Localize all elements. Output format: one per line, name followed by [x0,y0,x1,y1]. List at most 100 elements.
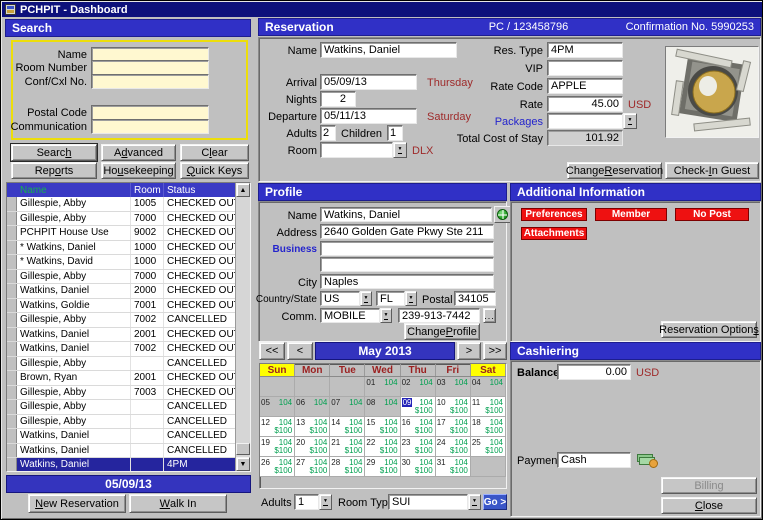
comm-more-icon[interactable]: ... [483,308,496,323]
row-selector[interactable] [7,313,17,327]
row-selector[interactable] [7,241,17,255]
table-row[interactable]: PCHPIT House Use9002CHECKED OUT [7,226,250,241]
table-row[interactable]: Gillespie, Abby1005CHECKED OUT [7,197,250,212]
calendar-day-02[interactable]: 02104 [401,377,436,397]
table-row[interactable]: Watkins, Daniel4PM [7,458,250,472]
calendar-day-11[interactable]: 11104$100 [471,397,506,417]
calendar-day-12[interactable]: 12104$100 [260,417,295,437]
table-row[interactable]: Watkins, Goldie7001CHECKED OUT [7,299,250,314]
table-row[interactable]: Watkins, Daniel2000CHECKED OUT [7,284,250,299]
state-dropdown-icon[interactable]: ▼ [405,291,417,306]
walk-in-button[interactable]: Walk In [129,494,227,513]
calendar-prev-year-button[interactable]: << [259,342,285,360]
row-selector[interactable] [7,429,17,443]
payment-field[interactable]: Cash [557,452,631,468]
calendar-day-28[interactable]: 28104$100 [330,457,365,477]
calendar-day-09[interactable]: 09104$100 [401,397,436,417]
calendar-prev-month-button[interactable]: < [287,342,313,360]
comm-type-field[interactable]: MOBILE [320,308,380,323]
table-row[interactable]: * Watkins, Daniel1000CHECKED OUT [7,241,250,256]
window-titlebar[interactable]: PCHPIT - Dashboard [2,2,762,17]
calendar-day-13[interactable]: 13104$100 [295,417,330,437]
calendar-day-29[interactable]: 29104$100 [365,457,400,477]
advanced-button[interactable]: Advanced [101,144,176,161]
res-name-field[interactable]: Watkins, Daniel [320,42,457,58]
calendar-day-16[interactable]: 16104$100 [401,417,436,437]
reservation-options-button[interactable]: Reservation Options [661,321,757,338]
calendar-next-year-button[interactable]: >> [483,342,507,360]
children-field[interactable]: 1 [387,125,403,141]
rate-field[interactable]: 45.00 [547,96,623,112]
results-scrollbar[interactable]: ▲ ▼ [235,183,250,471]
table-row[interactable]: Watkins, Daniel2001CHECKED OUT [7,328,250,343]
room-type-field[interactable]: SUI [388,494,468,510]
packages-label[interactable]: Packages [439,116,543,128]
clear-button[interactable]: Clear [180,144,249,161]
calendar-day-23[interactable]: 23104$100 [401,437,436,457]
room-type-dropdown-icon[interactable]: ▼ [468,494,481,510]
city-field[interactable]: Naples [320,274,494,289]
country-field[interactable]: US [320,291,360,306]
adults-field[interactable]: 2 [320,125,336,141]
search-button[interactable]: Search [11,144,97,161]
calendar-next-month-button[interactable]: > [457,342,481,360]
packages-field[interactable] [547,113,623,129]
row-selector[interactable] [7,415,17,429]
state-field[interactable]: FL [376,291,405,306]
calendar-day-17[interactable]: 17104$100 [436,417,471,437]
row-selector[interactable] [7,226,17,240]
scroll-down-icon[interactable]: ▼ [236,457,250,471]
calendar-day-31[interactable]: 31104$100 [436,457,471,477]
calendar-day-27[interactable]: 27104$100 [295,457,330,477]
departure-field[interactable]: 05/11/13 [320,108,417,124]
row-selector[interactable] [7,328,17,342]
change-profile-button[interactable]: Change Profile [404,323,480,340]
calendar-adults-dropdown-icon[interactable]: ▼ [319,494,332,510]
calendar-adults-field[interactable]: 1 [294,494,319,510]
column-header-status[interactable]: Status [164,183,236,197]
reports-button[interactable]: Reports [11,162,97,179]
row-selector[interactable] [7,400,17,414]
calendar-day-20[interactable]: 20104$100 [295,437,330,457]
row-selector[interactable] [7,255,17,269]
search-room-input[interactable] [91,60,209,75]
row-selector[interactable] [7,299,17,313]
phone-field[interactable]: 239-913-7442 [398,308,480,323]
billing-button[interactable]: Billing [661,477,757,494]
calendar-day-14[interactable]: 14104$100 [330,417,365,437]
go-button[interactable]: Go > [483,494,507,510]
calendar-day-24[interactable]: 24104$100 [436,437,471,457]
arrival-field[interactable]: 05/09/13 [320,74,417,90]
row-selector[interactable] [7,458,17,472]
table-row[interactable]: Gillespie, Abby7000CHECKED OUT [7,212,250,227]
business-label[interactable]: Business [259,244,317,255]
table-row[interactable]: Watkins, DanielCANCELLED [7,429,250,444]
calendar-day-10[interactable]: 10104$100 [436,397,471,417]
search-comm-input[interactable] [91,119,209,134]
calendar-day-01[interactable]: 01104 [365,377,400,397]
scrollbar-thumb[interactable] [236,443,250,455]
comm-dropdown-icon[interactable]: ▼ [380,308,392,323]
row-selector[interactable] [7,357,17,371]
quick-keys-button[interactable]: Quick Keys [180,162,249,179]
table-row[interactable]: Gillespie, Abby7000CHECKED OUT [7,270,250,285]
badge-preferences[interactable]: Preferences [521,208,587,221]
room-dropdown-icon[interactable]: ▼ [393,142,407,158]
calendar-day-04[interactable]: 04104 [471,377,506,397]
globe-icon[interactable] [494,206,511,223]
table-row[interactable]: Brown, Ryan2001CHECKED OUT [7,371,250,386]
table-row[interactable]: Gillespie, AbbyCANCELLED [7,357,250,372]
calendar-day-19[interactable]: 19104$100 [260,437,295,457]
table-row[interactable]: Watkins, Daniel7002CHECKED OUT [7,342,250,357]
badge-attachments[interactable]: Attachments [521,227,587,240]
table-row[interactable]: * Watkins, David1000CHECKED OUT [7,255,250,270]
search-postal-input[interactable] [91,105,209,120]
calendar-day-25[interactable]: 25104$100 [471,437,506,457]
packages-dropdown-icon[interactable]: ▼ [623,113,637,129]
new-reservation-button[interactable]: New Reservation [28,494,126,513]
rate-code-field[interactable]: APPLE [547,78,623,94]
row-selector[interactable] [7,342,17,356]
change-reservation-button[interactable]: Change Reservation [567,162,662,179]
profile-name-field[interactable]: Watkins, Daniel [320,207,492,222]
postal-field[interactable]: 34105 [454,291,496,306]
